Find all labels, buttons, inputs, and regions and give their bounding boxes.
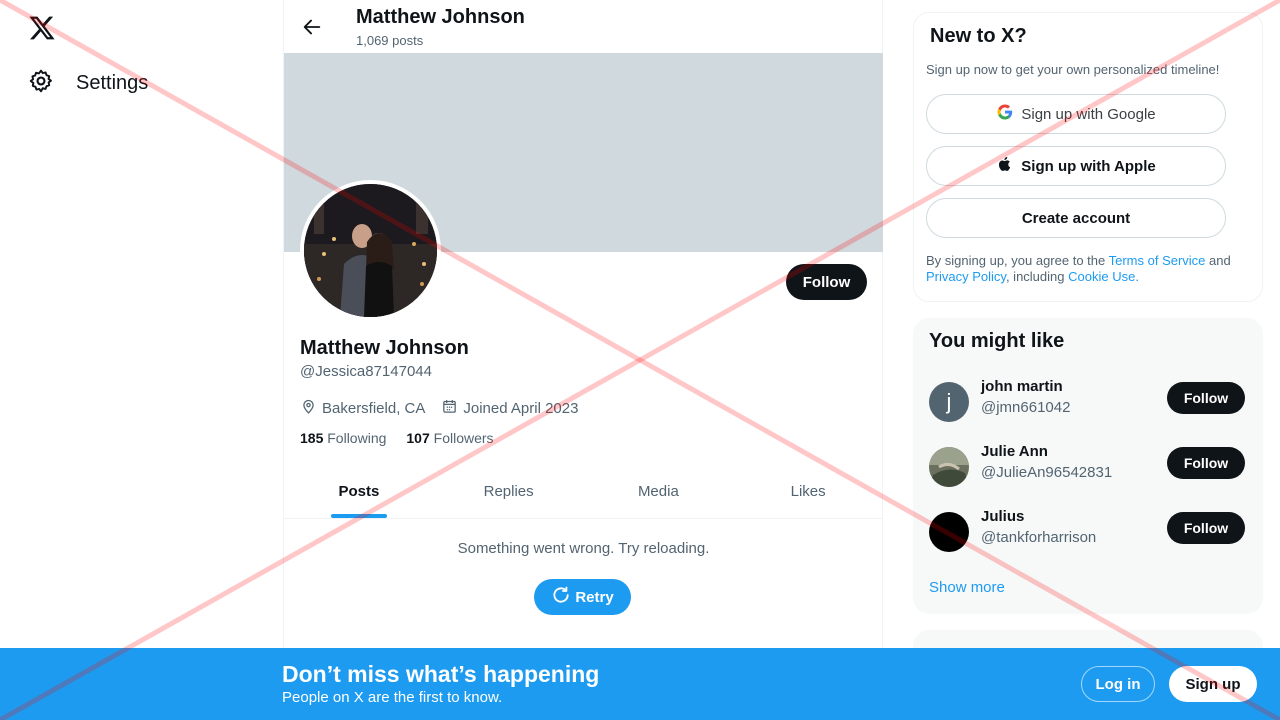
user-name: john martin: [981, 378, 1063, 395]
privacy-policy-link[interactable]: Privacy Policy: [926, 269, 1006, 284]
login-button[interactable]: Log in: [1081, 666, 1155, 702]
avatar: [929, 447, 969, 487]
tab-replies[interactable]: Replies: [434, 470, 584, 518]
profile-tabs: Posts Replies Media Likes: [284, 470, 883, 519]
apple-icon: [996, 155, 1014, 177]
user-handle: @JulieAn96542831: [981, 464, 1113, 481]
tab-label: Replies: [483, 483, 534, 500]
terms-text: By signing up, you agree to the Terms of…: [926, 253, 1246, 285]
user-handle: @jmn661042: [981, 399, 1071, 416]
who-to-follow-box: You might like j john martin @jmn661042 …: [913, 318, 1263, 614]
google-icon: [996, 103, 1014, 125]
tab-label: Likes: [790, 483, 826, 500]
profile-handle: @Jessica87147044: [300, 363, 432, 380]
error-message: Something went wrong. Try reloading.: [457, 540, 710, 557]
terms-pre: By signing up, you agree to the: [926, 253, 1109, 268]
follow-button[interactable]: Follow: [786, 264, 867, 300]
settings-label: Settings: [76, 71, 149, 94]
profile-stats: 185 Following 107 Followers: [300, 430, 494, 446]
signup-box: New to X? Sign up now to get your own pe…: [913, 12, 1263, 302]
location-pin-icon: [300, 398, 317, 419]
avatar-letter: j: [946, 389, 952, 414]
following-link[interactable]: 185 Following: [300, 430, 386, 446]
suggested-user[interactable]: j john martin @jmn661042 Follow: [929, 376, 1247, 424]
signup-banner: Don’t miss what’s happening People on X …: [0, 648, 1280, 720]
header-name: Matthew Johnson: [356, 6, 525, 28]
banner-title: Don’t miss what’s happening: [282, 661, 600, 687]
follow-button[interactable]: Follow: [1167, 447, 1245, 479]
follow-button[interactable]: Follow: [1167, 382, 1245, 414]
create-account-button[interactable]: Create account: [926, 198, 1226, 238]
location-item: Bakersfield, CA: [300, 398, 425, 419]
tab-label: Media: [637, 483, 679, 500]
tab-media[interactable]: Media: [584, 470, 734, 518]
profile-column: Matthew Johnson 1,069 posts Follow Matth…: [283, 0, 883, 720]
location-text: Bakersfield, CA: [322, 400, 426, 417]
signup-button[interactable]: Sign up: [1169, 666, 1257, 702]
back-arrow-icon[interactable]: [301, 16, 323, 38]
gear-icon: [28, 68, 54, 99]
signup-apple-label: Sign up with Apple: [1021, 157, 1156, 175]
followers-count: 107: [406, 430, 430, 446]
tab-likes[interactable]: Likes: [733, 470, 883, 518]
header-post-count: 1,069 posts: [356, 33, 424, 48]
following-label: Following: [327, 430, 387, 446]
profile-avatar[interactable]: [300, 180, 441, 321]
tab-label: Posts: [338, 483, 380, 500]
signup-google-button[interactable]: Sign up with Google: [926, 94, 1226, 134]
signup-title: New to X?: [930, 25, 1027, 47]
profile-meta: Bakersfield, CA Joined April 2023: [300, 398, 578, 419]
follow-button[interactable]: Follow: [1167, 512, 1245, 544]
terms-of-service-link[interactable]: Terms of Service: [1109, 253, 1206, 268]
joined-text: Joined April 2023: [463, 400, 579, 417]
joined-item: Joined April 2023: [441, 398, 578, 419]
user-name: Julius: [981, 508, 1025, 525]
followers-label: Followers: [433, 430, 494, 446]
terms-and: and: [1205, 253, 1231, 268]
user-handle: @tankforharrison: [981, 529, 1097, 546]
cookie-use-link[interactable]: Cookie Use: [1068, 269, 1135, 284]
retry-button[interactable]: Retry: [534, 579, 631, 615]
banner-subtitle: People on X are the first to know.: [282, 689, 503, 706]
avatar: [929, 512, 969, 552]
suggested-user[interactable]: Julius @tankforharrison Follow: [929, 506, 1247, 554]
profile-name: Matthew Johnson: [300, 337, 469, 359]
tab-posts[interactable]: Posts: [284, 470, 434, 518]
user-name: Julie Ann: [981, 443, 1048, 460]
x-logo-icon[interactable]: [28, 14, 56, 42]
nav-settings[interactable]: Settings: [28, 66, 148, 100]
signup-apple-button[interactable]: Sign up with Apple: [926, 146, 1226, 186]
followers-link[interactable]: 107 Followers: [406, 430, 493, 446]
active-tab-indicator: [330, 514, 387, 518]
calendar-icon: [441, 398, 458, 419]
avatar: j: [929, 382, 969, 422]
terms-including: , including: [1005, 269, 1069, 284]
signup-google-label: Sign up with Google: [1021, 105, 1156, 123]
retry-label: Retry: [575, 588, 614, 606]
suggested-user[interactable]: Julie Ann @JulieAn96542831 Follow: [929, 441, 1247, 489]
terms-period: .: [1135, 269, 1139, 284]
signup-subtitle: Sign up now to get your own personalized…: [926, 62, 1220, 77]
refresh-icon: [551, 585, 571, 609]
show-more-link[interactable]: Show more: [929, 579, 1005, 596]
following-count: 185: [300, 430, 324, 446]
who-to-follow-title: You might like: [929, 330, 1065, 352]
